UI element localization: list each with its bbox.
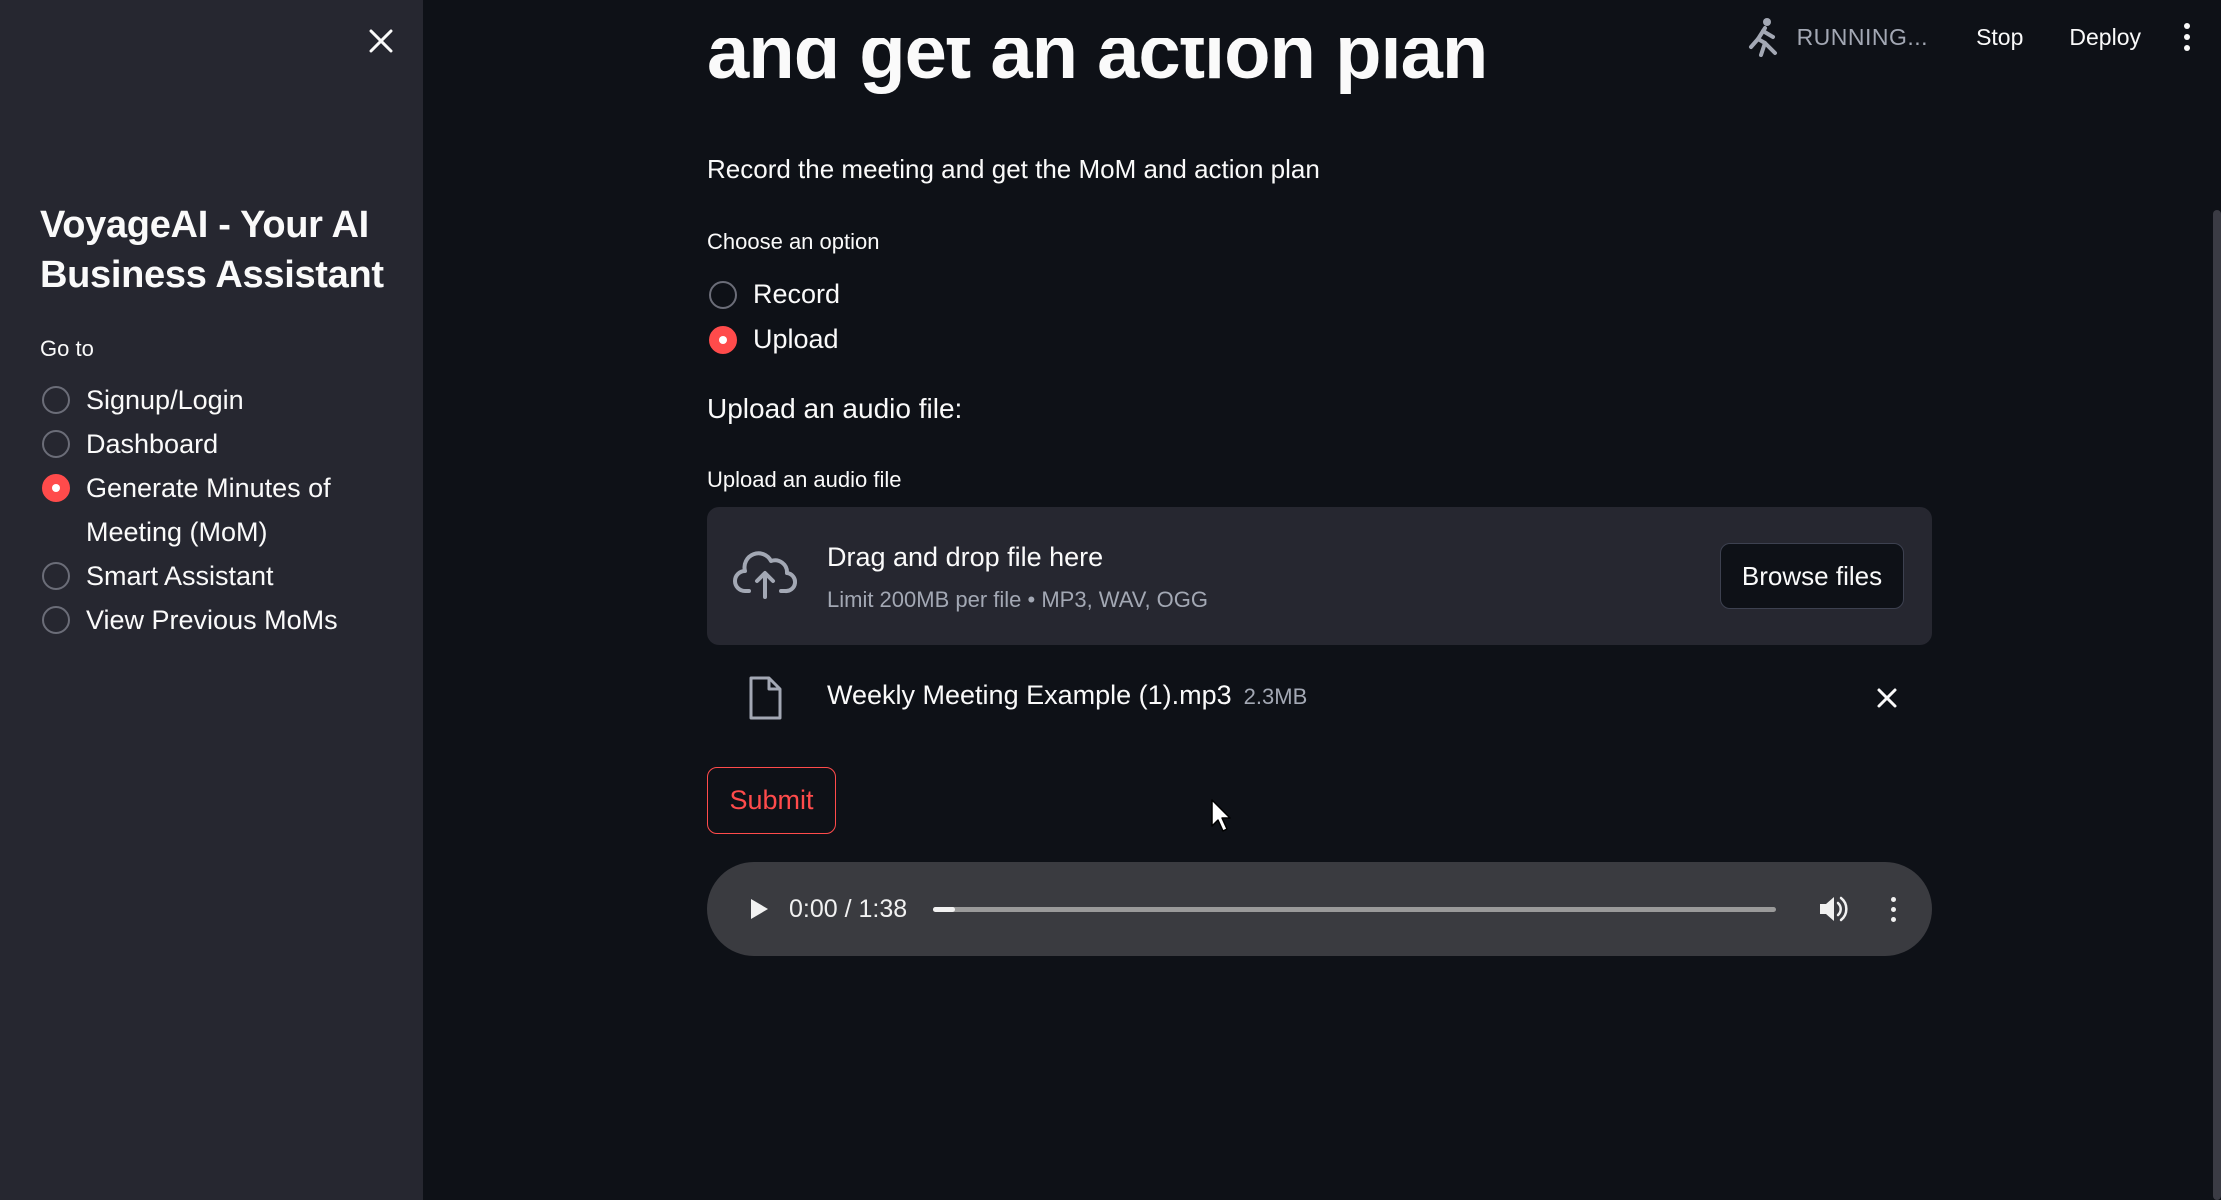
dropzone-limit-text: Limit 200MB per file • MP3, WAV, OGG <box>827 587 1209 612</box>
header-toolbar: RUNNING... Stop Deploy <box>1745 12 2199 62</box>
sidebar: VoyageAI - Your AI Business Assistant Go… <box>0 0 423 1200</box>
uploaded-file-name: Weekly Meeting Example (1).mp3 2.3MB <box>827 680 1307 711</box>
radio-selected-icon <box>42 474 70 502</box>
audio-player: 0:00 / 1:38 <box>707 862 1932 956</box>
nav-item-label: Smart Assistant <box>86 561 274 591</box>
page-title: and get an action plan <box>707 38 1487 110</box>
sidebar-title: VoyageAI - Your AI Business Assistant <box>40 204 384 296</box>
nav-item-smart-assistant[interactable]: Smart Assistant <box>42 554 412 598</box>
file-dropzone[interactable]: Drag and drop file here Limit 200MB per … <box>707 507 1932 645</box>
radio-icon <box>42 430 70 458</box>
goto-label: Go to <box>40 336 94 361</box>
radio-icon <box>42 562 70 590</box>
mouse-cursor-icon <box>1211 799 1231 832</box>
nav-item-signup-login[interactable]: Signup/Login <box>42 378 412 422</box>
nav-item-generate-mom[interactable]: Generate Minutes of Meeting (MoM) <box>42 466 412 554</box>
option-upload[interactable]: Upload <box>709 317 840 362</box>
upload-heading: Upload an audio file: <box>707 393 963 424</box>
app-window: VoyageAI - Your AI Business Assistant Go… <box>0 0 2221 1200</box>
submit-button[interactable]: Submit <box>707 767 836 834</box>
nav-radio-group: Signup/Login Dashboard Generate Minutes … <box>42 378 412 642</box>
nav-item-label: View Previous MoMs <box>86 605 338 635</box>
option-label: Record <box>753 279 841 309</box>
nav-item-view-previous-moms[interactable]: View Previous MoMs <box>42 598 412 642</box>
nav-item-label: Signup/Login <box>86 385 244 415</box>
audio-time: 0:00 / 1:38 <box>789 895 908 923</box>
option-label: Upload <box>753 324 839 354</box>
play-icon[interactable] <box>743 894 773 924</box>
main-scrollbar[interactable] <box>2213 210 2221 1200</box>
close-sidebar-icon[interactable] <box>362 22 400 60</box>
running-person-icon <box>1748 18 1777 57</box>
stop-button[interactable]: Stop <box>1964 18 2035 57</box>
file-size: 2.3MB <box>1243 684 1308 709</box>
running-status: RUNNING... <box>1745 17 1929 57</box>
browse-files-button[interactable]: Browse files <box>1720 543 1904 609</box>
radio-icon <box>42 606 70 634</box>
choose-option-label: Choose an option <box>707 229 880 254</box>
radio-icon <box>709 280 737 309</box>
option-record[interactable]: Record <box>709 272 840 317</box>
nav-item-label: Generate Minutes of Meeting (MoM) <box>86 473 331 547</box>
cloud-upload-icon <box>733 551 797 599</box>
radio-selected-icon <box>709 325 737 354</box>
audio-progress-fill <box>933 907 955 912</box>
radio-icon <box>42 386 70 414</box>
page-subtitle: Record the meeting and get the MoM and a… <box>707 154 1320 184</box>
audio-options-icon[interactable] <box>1883 890 1903 928</box>
file-name-text: Weekly Meeting Example (1).mp3 <box>827 680 1232 710</box>
page-title-text: and get an action plan <box>707 38 1488 95</box>
volume-icon[interactable] <box>1815 891 1851 927</box>
uploaded-file-row: Weekly Meeting Example (1).mp3 2.3MB <box>707 665 1932 731</box>
deploy-button[interactable]: Deploy <box>2057 18 2153 57</box>
option-radio-group: Record Upload <box>709 272 840 362</box>
file-icon <box>749 676 782 720</box>
remove-file-icon[interactable] <box>1872 683 1902 713</box>
main-menu-icon[interactable] <box>2175 17 2199 57</box>
nav-item-label: Dashboard <box>86 429 219 459</box>
file-uploader-label: Upload an audio file <box>707 467 902 492</box>
audio-progress-slider[interactable] <box>933 907 1776 912</box>
running-status-text: RUNNING... <box>1796 23 1929 50</box>
nav-item-dashboard[interactable]: Dashboard <box>42 422 412 466</box>
dropzone-title: Drag and drop file here <box>827 542 1104 572</box>
